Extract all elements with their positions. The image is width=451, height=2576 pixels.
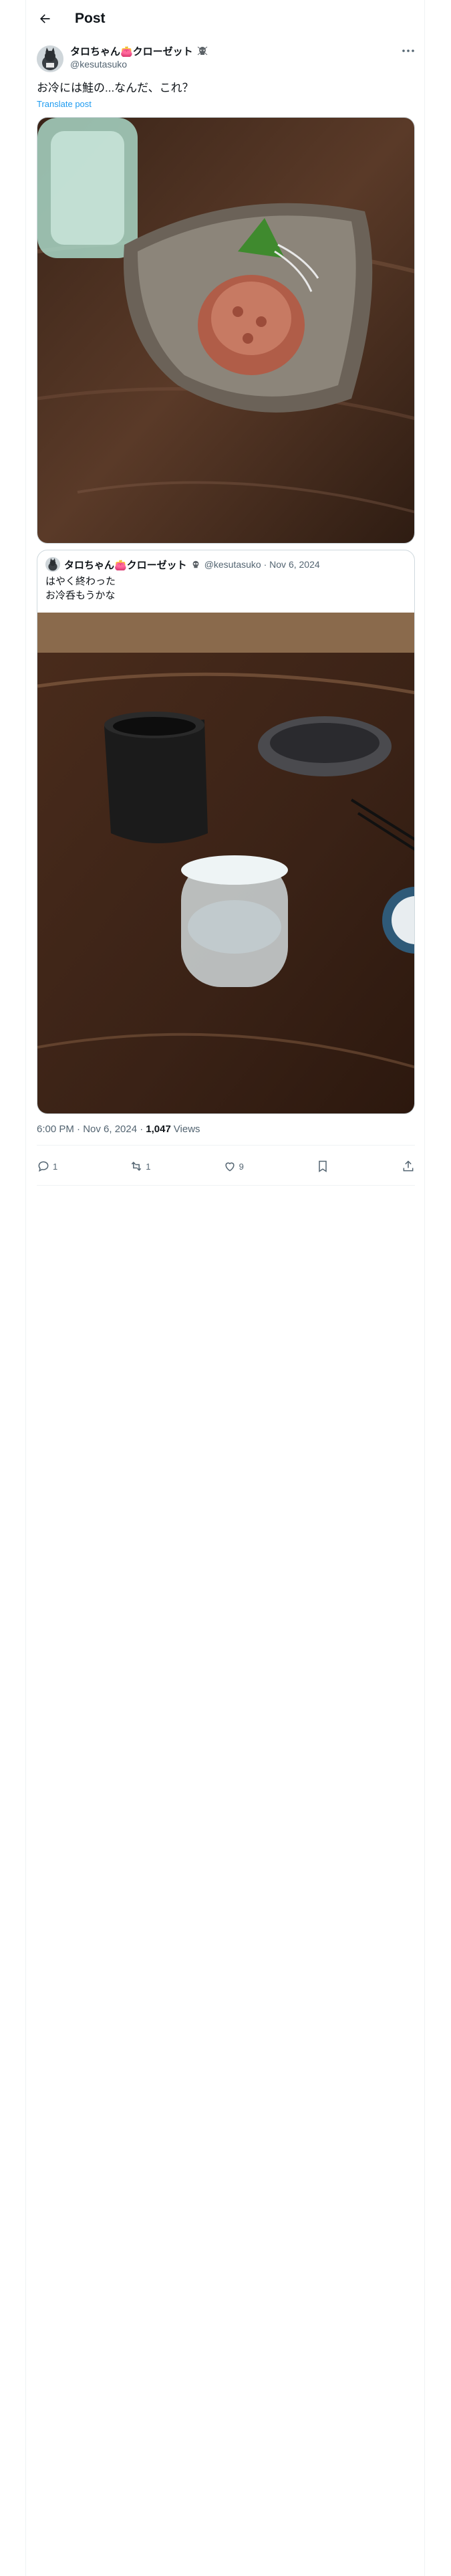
quote-display-name: タロちゃん👛クローゼット: [64, 559, 187, 571]
share-button[interactable]: [402, 1158, 415, 1174]
quote-header: タロちゃん👛クローゼット @kesutasuko · Nov 6, 2024: [64, 558, 320, 571]
like-button[interactable]: 9: [223, 1158, 244, 1174]
back-button[interactable]: [35, 9, 54, 28]
arrow-left-icon: [40, 14, 50, 23]
bookmark-icon: [319, 1160, 327, 1172]
bookmark-button[interactable]: [316, 1158, 329, 1174]
skull-badge-icon: [192, 560, 199, 568]
tweet-photo[interactable]: [37, 117, 415, 544]
more-dots-icon: [402, 49, 414, 52]
post-meta: 6:00 PM · Nov 6, 2024 · 1,047 Views: [37, 1123, 200, 1135]
author-row: タロちゃん👛クローゼット: [70, 44, 208, 58]
quote-handle-date: @kesutasuko · Nov 6, 2024: [204, 559, 320, 570]
tweet-text: お冷には鮭の...なんだ、これ？: [37, 82, 194, 94]
top-bar: Post: [26, 0, 426, 37]
reply-icon: [38, 1161, 49, 1172]
quoted-post[interactable]: タロちゃん👛クローゼット @kesutasuko · Nov 6, 2024 は…: [37, 550, 415, 1114]
reply-button[interactable]: 1: [37, 1158, 57, 1174]
action-bar: 1 1 9: [37, 1150, 415, 1182]
divider: [37, 1145, 415, 1146]
more-button[interactable]: [400, 44, 416, 58]
share-icon: [403, 1160, 414, 1172]
repost-icon: [132, 1162, 142, 1171]
heart-icon: [225, 1162, 235, 1172]
skull-badge-icon: [197, 46, 208, 56]
repost-count: 1: [146, 1161, 151, 1172]
post-timestamp[interactable]: 6:00 PM · Nov 6, 2024 ·: [37, 1123, 143, 1135]
cat-avatar-icon: [45, 557, 60, 572]
quote-text: はやく終わった お冷呑もうかな: [45, 576, 116, 601]
translate-link[interactable]: Translate post: [37, 99, 92, 109]
photo-salmon-dish: [37, 118, 414, 543]
repost-button[interactable]: 1: [130, 1158, 151, 1174]
reply-count: 1: [53, 1161, 58, 1172]
quote-photo[interactable]: [37, 613, 414, 1113]
page-title: Post: [75, 11, 106, 26]
avatar[interactable]: [37, 45, 63, 72]
handle[interactable]: @kesutasuko: [70, 59, 127, 70]
display-name[interactable]: タロちゃん👛クローゼット: [70, 44, 193, 58]
photo-sake-set: [37, 613, 414, 1113]
main-column: Post タロちゃん👛クローゼット @kesutasuko お冷には鮭の...な…: [25, 0, 425, 2576]
views-count: 1,047: [146, 1123, 171, 1135]
quote-avatar: [45, 557, 60, 572]
like-count: 9: [239, 1161, 244, 1172]
cat-avatar-icon: [37, 45, 63, 72]
divider: [37, 1185, 415, 1186]
views-label: Views: [173, 1123, 200, 1135]
